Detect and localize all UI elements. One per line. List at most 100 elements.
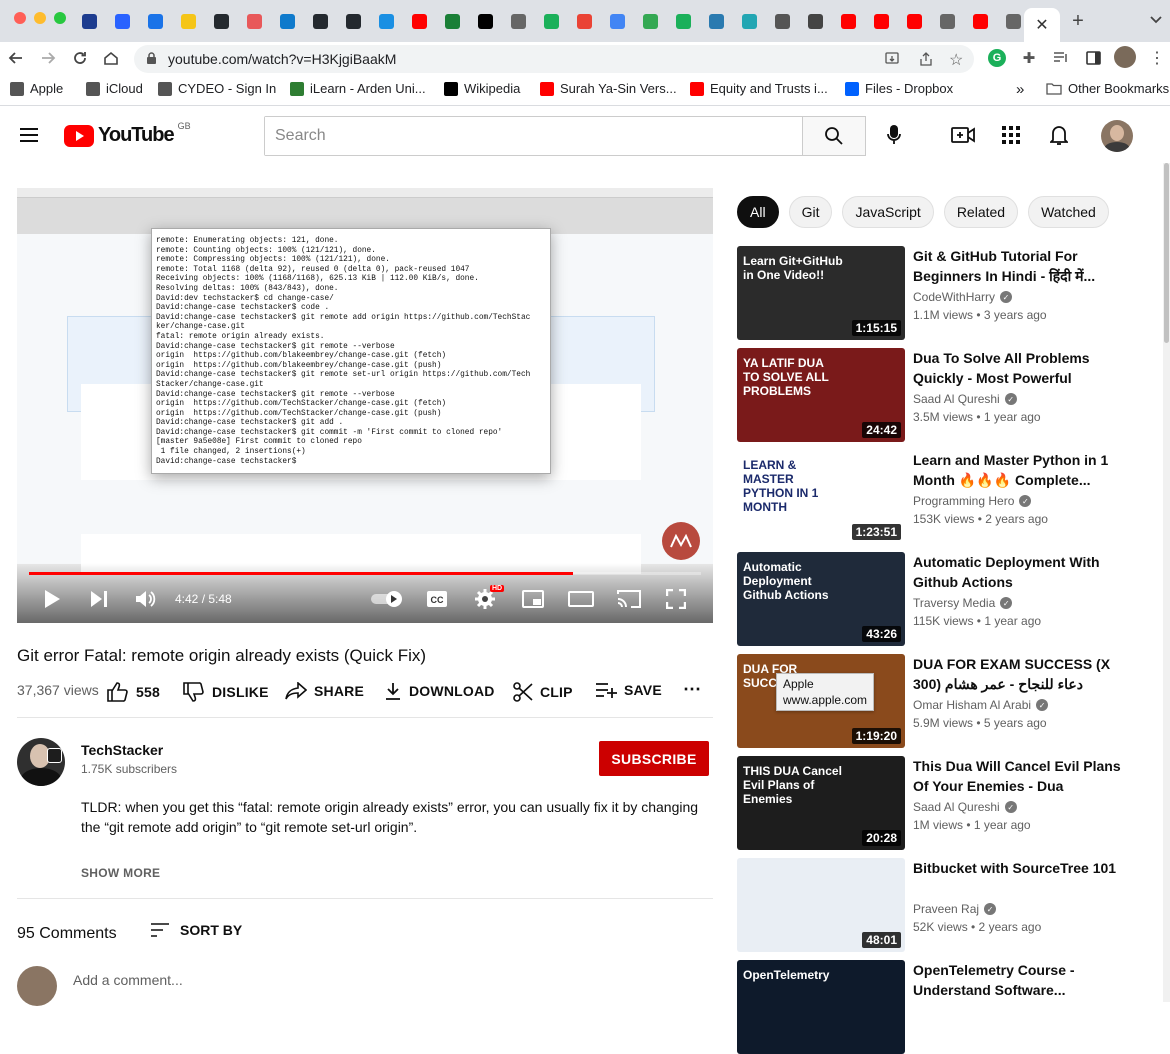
related-video-title[interactable]: Automatic Deployment With Github Actions [913, 552, 1123, 592]
bookmark-item[interactable]: iCloud [86, 81, 143, 96]
bookmark-item[interactable]: Files - Dropbox [845, 81, 953, 96]
other-bookmarks-folder[interactable]: Other Bookmarks [1046, 81, 1169, 96]
install-app-icon[interactable] [884, 51, 900, 67]
related-video-title[interactable]: Git & GitHub Tutorial For Beginners In H… [913, 246, 1123, 286]
media-control-icon[interactable] [1052, 49, 1070, 67]
bookmark-star-icon[interactable]: ☆ [949, 50, 963, 70]
dislike-button[interactable]: DISLIKE [183, 682, 269, 702]
theater-mode-button[interactable] [568, 590, 594, 608]
browser-profile-avatar[interactable] [1114, 46, 1136, 68]
related-video-item[interactable]: LEARN & MASTER PYTHON IN 1 MONTH 1:23:51 L… [737, 450, 1167, 544]
video-thumbnail[interactable]: THIS DUA Cancel Evil Plans of Enemies 20:… [737, 756, 905, 850]
bookmark-item[interactable]: CYDEO - Sign In [158, 81, 276, 96]
clip-button[interactable]: CLIP [513, 682, 573, 702]
browser-tab[interactable] [901, 8, 927, 34]
autoplay-toggle[interactable] [370, 590, 404, 608]
download-button[interactable]: DOWNLOAD [384, 682, 495, 700]
browser-tab[interactable] [109, 8, 135, 34]
tab-search-icon[interactable] [1148, 12, 1164, 28]
browser-tab[interactable] [736, 8, 762, 34]
browser-tab[interactable] [76, 8, 102, 34]
side-panel-icon[interactable] [1084, 49, 1102, 67]
browser-tab[interactable] [571, 8, 597, 34]
browser-tab[interactable] [637, 8, 663, 34]
grammarly-extension-icon[interactable]: G [988, 49, 1006, 67]
channel-name[interactable]: TechStacker [81, 742, 163, 758]
related-video-title[interactable]: Bitbucket with SourceTree 101 [913, 858, 1123, 878]
browser-tab[interactable] [670, 8, 696, 34]
browser-tab[interactable] [340, 8, 366, 34]
browser-tab[interactable] [208, 8, 234, 34]
next-button[interactable] [88, 588, 110, 610]
voice-search-button[interactable] [878, 119, 910, 151]
related-video-title[interactable]: Dua To Solve All Problems Quickly - Most… [913, 348, 1123, 388]
channel-avatar[interactable] [17, 738, 65, 786]
browser-tab[interactable] [142, 8, 168, 34]
related-video-item[interactable]: Learn Git+GitHub in One Video!! 1:15:15 Gi… [737, 246, 1167, 340]
chip-related[interactable]: Related [943, 196, 1019, 228]
extensions-icon[interactable]: ✚ [1020, 49, 1038, 67]
subscribe-button[interactable]: SUBSCRIBE [599, 741, 709, 776]
maximize-window-button[interactable] [54, 12, 66, 24]
sort-by-button[interactable]: SORT BY [150, 922, 242, 938]
browser-tab[interactable] [538, 8, 564, 34]
channel-watermark-icon[interactable] [662, 522, 700, 560]
browser-tab[interactable] [604, 8, 630, 34]
new-tab-button[interactable]: + [1068, 10, 1088, 32]
related-video-title[interactable]: OpenTelemetry Course - Understand Softwa… [913, 960, 1123, 1000]
notifications-button[interactable] [1048, 123, 1070, 147]
create-video-button[interactable] [950, 123, 976, 147]
browser-tab[interactable] [703, 8, 729, 34]
related-video-item[interactable]: OpenTelemetry OpenTelemetry Course - Unde… [737, 960, 1167, 1054]
chip-javascript[interactable]: JavaScript [842, 196, 934, 228]
youtube-logo[interactable]: YouTube GB [64, 121, 191, 147]
home-button[interactable] [101, 48, 121, 68]
search-button[interactable] [802, 116, 866, 156]
close-tab-icon[interactable]: ✕ [1035, 15, 1048, 35]
browser-tab[interactable] [934, 8, 960, 34]
menu-icon[interactable] [18, 126, 40, 144]
browser-tab[interactable] [868, 8, 894, 34]
related-video-channel[interactable]: Praveen Raj ✓ [913, 902, 997, 916]
related-video-item[interactable]: 48:01 Bitbucket with SourceTree 101 Pravee… [737, 858, 1167, 952]
chip-all[interactable]: All [737, 196, 779, 228]
browser-tab[interactable] [175, 8, 201, 34]
browser-tab[interactable] [1000, 8, 1026, 34]
share-button[interactable]: SHARE [285, 682, 364, 700]
browser-tab[interactable] [472, 8, 498, 34]
video-thumbnail[interactable]: YA LATIF DUA TO SOLVE ALL PROBLEMS 24:42 [737, 348, 905, 442]
related-video-channel[interactable]: Saad Al Qureshi ✓ [913, 392, 1017, 406]
browser-tab[interactable] [373, 8, 399, 34]
back-button[interactable] [6, 48, 26, 68]
add-comment-input[interactable]: Add a comment... [73, 972, 183, 988]
lock-icon[interactable] [146, 52, 157, 65]
browser-tab[interactable] [505, 8, 531, 34]
address-bar[interactable]: youtube.com/watch?v=H3KjgiBaakM ☆ [134, 45, 974, 73]
save-button[interactable]: SAVE [595, 682, 662, 698]
progress-bar[interactable] [29, 572, 701, 575]
cast-button[interactable] [616, 589, 642, 609]
chip-watched[interactable]: Watched [1028, 196, 1109, 228]
show-more-button[interactable]: SHOW MORE [81, 866, 160, 880]
related-video-item[interactable]: THIS DUA Cancel Evil Plans of Enemies 20:… [737, 756, 1167, 850]
browser-tab[interactable] [802, 8, 828, 34]
related-video-channel[interactable]: Traversy Media ✓ [913, 596, 1013, 610]
related-video-title[interactable]: This Dua Will Cancel Evil Plans Of Your … [913, 756, 1123, 796]
bookmark-item[interactable]: Apple [10, 81, 63, 96]
miniplayer-button[interactable] [521, 589, 545, 609]
bookmark-item[interactable]: Wikipedia [444, 81, 520, 96]
browser-tab-active[interactable]: ✕ [1024, 8, 1060, 42]
related-video-channel[interactable]: CodeWithHarry ✓ [913, 290, 1013, 304]
scrollbar-thumb[interactable] [1164, 163, 1169, 343]
related-video-title[interactable]: Learn and Master Python in 1 Month 🔥🔥🔥 C… [913, 450, 1123, 490]
subtitles-button[interactable]: CC [425, 588, 449, 610]
search-input[interactable] [265, 117, 802, 155]
page-scrollbar[interactable] [1163, 163, 1170, 1002]
browser-tab[interactable] [967, 8, 993, 34]
minimize-window-button[interactable] [34, 12, 46, 24]
video-thumbnail[interactable]: 48:01 [737, 858, 905, 952]
close-window-button[interactable] [14, 12, 26, 24]
related-video-channel[interactable]: Omar Hisham Al Arabi ✓ [913, 698, 1049, 712]
video-thumbnail[interactable]: Automatic Deployment Github Actions 43:26 [737, 552, 905, 646]
browser-menu-icon[interactable]: ⋮ [1149, 48, 1165, 68]
